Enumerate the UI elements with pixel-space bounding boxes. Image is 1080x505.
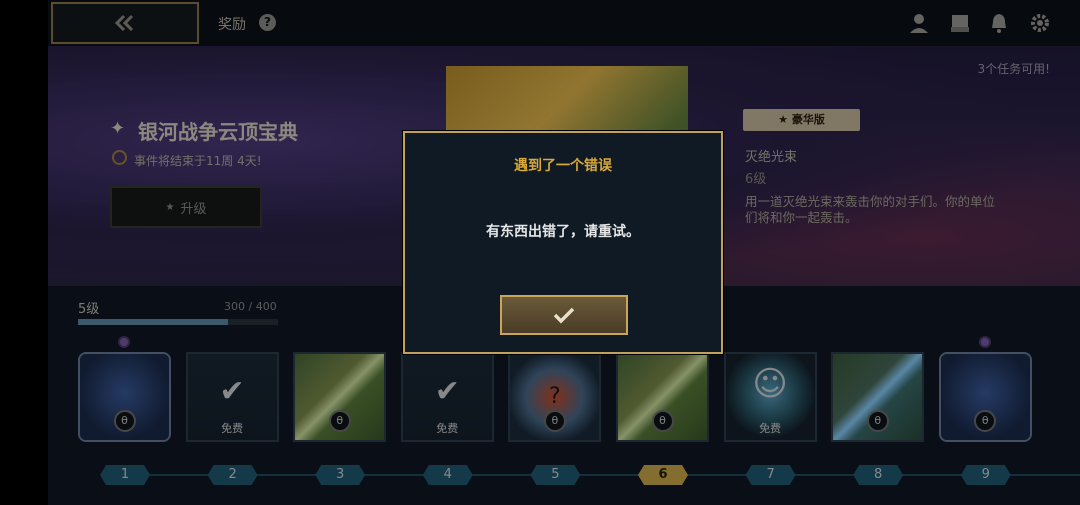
confirm-button[interactable] — [500, 295, 628, 335]
dialog-title: 遇到了一个错误 — [514, 158, 612, 174]
dialog-message: 有东西出错了，请重试。 — [486, 224, 640, 240]
error-dialog: 遇到了一个错误 有东西出错了，请重试。 — [403, 131, 723, 354]
checkmark-icon — [553, 307, 575, 324]
